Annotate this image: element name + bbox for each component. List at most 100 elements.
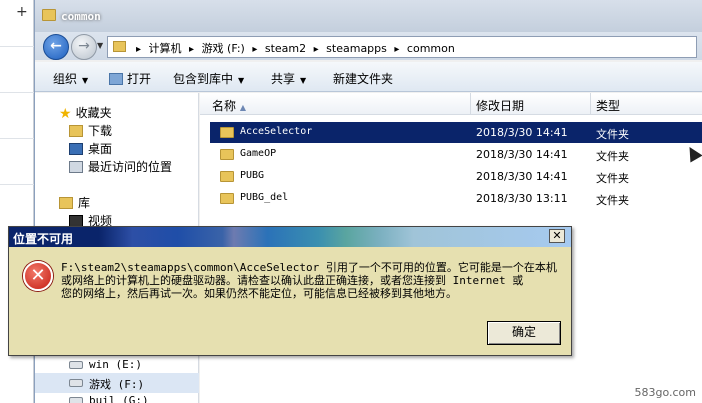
column-resize-handle[interactable] [590,93,591,115]
file-row[interactable]: PUBG 2018/3/30 14:41 文件夹 [210,166,702,187]
chevron-right-icon[interactable]: ▸ [314,44,319,55]
divider [0,184,34,185]
column-header-name[interactable]: 名称 ▲ [212,97,246,114]
drive-icon [69,379,83,387]
dialog-message-line: 或网络上的计算机上的硬盘驱动器。请检查以确认此盘正确连接，或者您连接到 Inte… [61,274,524,287]
file-date: 2018/3/30 14:41 [476,148,568,161]
error-icon: ✕ [23,261,53,291]
share-button[interactable]: 共享 ▼ [271,70,306,87]
forward-button[interactable]: → [71,34,97,60]
share-label: 共享 [271,72,296,86]
divider [0,138,34,139]
folder-icon [220,171,234,182]
column-header-type[interactable]: 类型 [596,97,620,114]
open-label: 打开 [127,72,152,86]
file-name: PUBG_del [240,192,289,203]
file-row[interactable]: GameOP 2018/3/30 14:41 文件夹 [210,144,702,165]
open-icon [109,73,123,85]
window-title: common [61,10,101,23]
column-header-row: 名称 ▲ 修改日期 类型 [200,93,702,115]
nav-item-downloads[interactable]: 下载 [69,122,112,139]
include-library-label: 包含到库中 [173,72,234,86]
column-resize-handle[interactable] [470,93,471,115]
file-name: AcceSelector [240,126,313,137]
breadcrumb-item[interactable]: steamapps [326,42,387,55]
recent-pages-dropdown-icon[interactable]: ▼ [97,41,103,50]
nav-item-label: 桌面 [88,142,113,156]
dialog-message: F:\steam2\steamapps\common\AcceSelector … [61,261,561,300]
chevron-right-icon[interactable]: ▸ [136,44,141,55]
column-header-label: 名称 [212,99,237,113]
nav-item-favorites[interactable]: ★ 收藏夹 [59,104,112,122]
file-name: GameOP [240,148,277,159]
title-bar[interactable]: common [35,0,702,32]
watermark: 583go.com [634,386,696,399]
folder-icon [220,149,234,160]
open-button[interactable]: 打开 [109,70,151,87]
organize-label: 组织 [53,72,78,86]
file-type: 文件夹 [596,128,629,141]
drive-icon [69,397,83,403]
nav-item-label: 游戏 (F:) [89,378,145,391]
navigation-bar: ← → ▼ ▸ 计算机 ▸ 游戏 (F:) ▸ steam2 ▸ steamap… [35,32,702,60]
chevron-down-icon: ▼ [82,76,89,85]
expand-icon[interactable]: + [16,4,28,20]
ok-button[interactable]: 确定 [487,321,561,345]
file-row[interactable]: PUBG_del 2018/3/30 13:11 文件夹 [210,188,702,209]
divider [0,92,34,93]
dialog-message-line: F:\steam2\steamapps\common\AcceSelector … [61,261,557,274]
close-icon[interactable]: ✕ [549,229,565,243]
file-type: 文件夹 [596,194,629,207]
divider [0,46,34,47]
file-name: PUBG [240,170,265,181]
file-date: 2018/3/30 13:11 [476,192,568,205]
dialog-title-bar[interactable]: 位置不可用 ✕ [9,227,571,247]
file-type: 文件夹 [596,150,629,163]
chevron-down-icon: ▼ [238,76,245,85]
folder-icon [42,9,56,21]
nav-item-label: 库 [78,196,91,210]
address-bar[interactable]: ▸ 计算机 ▸ 游戏 (F:) ▸ steam2 ▸ steamapps ▸ c… [107,36,697,58]
nav-item-label: 下载 [88,124,113,138]
nav-item-label: 收藏夹 [75,106,112,120]
breadcrumb-item[interactable]: 游戏 (F:) [202,42,245,55]
downloads-folder-icon [69,125,83,137]
file-date: 2018/3/30 14:41 [476,126,568,139]
folder-icon [113,41,126,52]
desktop-icon [69,143,83,155]
nav-item-label: win (E:) [89,358,142,371]
column-header-date[interactable]: 修改日期 [476,97,524,114]
command-bar: 组织 ▼ 打开 包含到库中 ▼ 共享 ▼ 新建文件夹 [35,62,702,92]
nav-item-drive-e[interactable]: win (E:) [35,355,199,375]
organize-button[interactable]: 组织 ▼ [53,70,88,87]
chevron-right-icon[interactable]: ▸ [252,44,257,55]
sort-ascending-icon: ▲ [239,103,246,112]
breadcrumb: ▸ 计算机 ▸ 游戏 (F:) ▸ steam2 ▸ steamapps ▸ c… [132,40,455,56]
nav-item-desktop[interactable]: 桌面 [69,140,112,157]
file-date: 2018/3/30 14:41 [476,170,568,183]
chevron-right-icon[interactable]: ▸ [394,44,399,55]
nav-item-label: buil (G:) [89,394,149,403]
breadcrumb-item[interactable]: steam2 [265,42,306,55]
dialog-message-line: 您的网络上，然后再试一次。如果仍然不能定位，可能信息已经被移到其他地方。 [61,287,457,300]
nav-item-drive-g[interactable]: buil (G:) [35,391,199,403]
folder-icon [220,193,234,204]
recent-places-icon [69,161,83,173]
breadcrumb-item[interactable]: 计算机 [149,42,182,55]
include-in-library-button[interactable]: 包含到库中 ▼ [173,70,244,87]
new-folder-label: 新建文件夹 [333,72,394,86]
file-type: 文件夹 [596,172,629,185]
chevron-right-icon[interactable]: ▸ [189,44,194,55]
dialog-title: 位置不可用 [13,232,74,246]
nav-item-label: 最近访问的位置 [88,160,173,174]
folder-icon [220,127,234,138]
nav-item-drive-f[interactable]: 游戏 (F:) [35,373,199,393]
nav-item-recent[interactable]: 最近访问的位置 [69,158,172,175]
error-dialog: 位置不可用 ✕ ✕ F:\steam2\steamapps\common\Acc… [8,226,572,356]
nav-item-library[interactable]: 库 [59,194,90,211]
new-folder-button[interactable]: 新建文件夹 [333,70,393,87]
breadcrumb-item[interactable]: common [407,42,455,55]
chevron-down-icon: ▼ [300,76,307,85]
back-button[interactable]: ← [43,34,69,60]
file-row[interactable]: AcceSelector 2018/3/30 14:41 文件夹 [210,122,702,143]
